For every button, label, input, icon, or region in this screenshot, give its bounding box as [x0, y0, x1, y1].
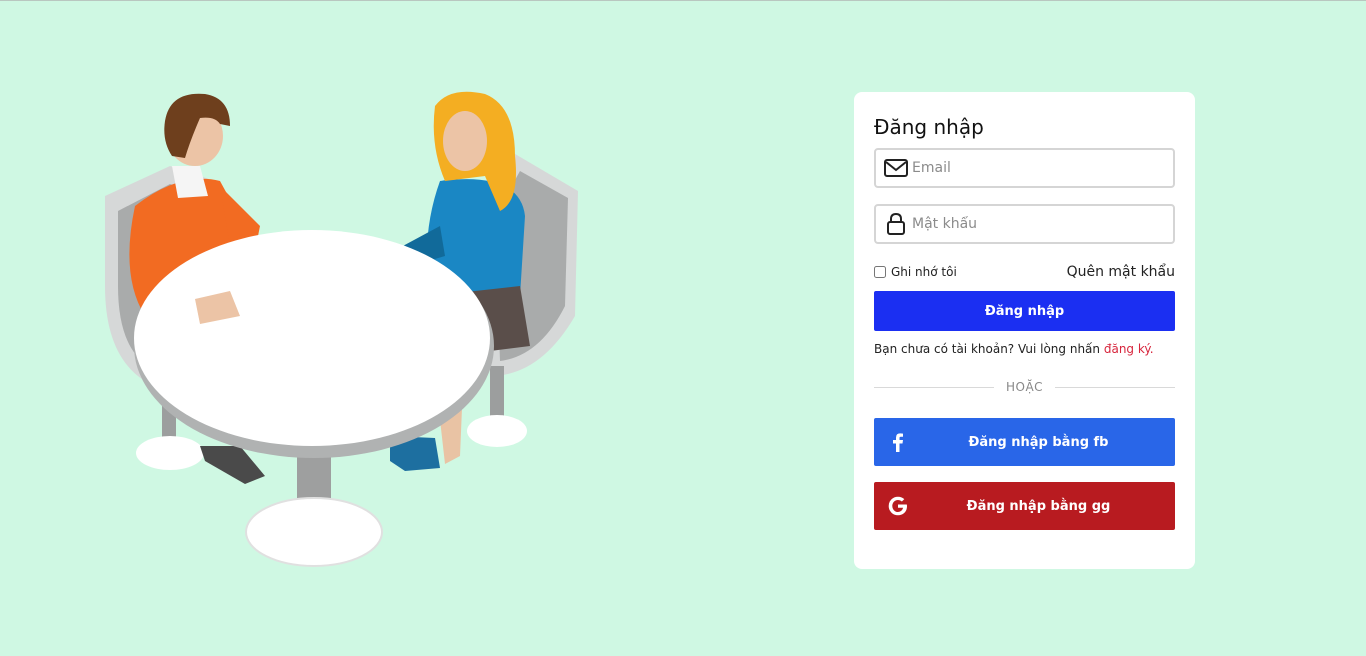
divider-text: HOẶC [1005, 380, 1044, 394]
signup-prompt-text: Bạn chưa có tài khoản? Vui lòng nhấn [874, 342, 1101, 356]
login-button[interactable]: Đăng nhập [874, 291, 1175, 331]
divider-line-right [1055, 386, 1175, 388]
remember-row: Ghi nhớ tôi Quên mật khẩu [874, 263, 1175, 281]
forgot-password-link[interactable]: Quên mật khẩu [1067, 264, 1175, 280]
remember-checkbox[interactable] [874, 266, 886, 278]
password-field-wrapper [874, 204, 1175, 244]
remember-label: Ghi nhớ tôi [891, 265, 957, 279]
email-field-wrapper [874, 148, 1175, 188]
meeting-illustration [105, 91, 578, 567]
facebook-icon [893, 433, 903, 452]
signup-prompt: Bạn chưa có tài khoản? Vui lòng nhấn đăn… [874, 342, 1175, 356]
password-input[interactable] [912, 206, 1170, 242]
login-card: Đăng nhập Ghi nhớ tôi Quên mật khẩu Đăng… [854, 92, 1195, 569]
email-input[interactable] [912, 150, 1170, 186]
login-button-label: Đăng nhập [984, 303, 1065, 319]
remember-me[interactable]: Ghi nhớ tôi [874, 265, 957, 279]
lock-icon [887, 213, 905, 235]
google-login-button[interactable]: Đăng nhập bằng gg [874, 482, 1175, 530]
facebook-button-label: Đăng nhập bằng fb [968, 434, 1109, 450]
login-title: Đăng nhập [874, 115, 984, 139]
facebook-login-button[interactable]: Đăng nhập bằng fb [874, 418, 1175, 466]
google-icon [888, 496, 907, 516]
google-button-label: Đăng nhập bằng gg [966, 498, 1111, 514]
mail-icon [884, 159, 908, 177]
divider-line-left [874, 386, 994, 388]
signup-link[interactable]: đăng ký. [1104, 342, 1154, 356]
round-table [134, 230, 494, 567]
or-divider: HOẶC [874, 380, 1175, 394]
